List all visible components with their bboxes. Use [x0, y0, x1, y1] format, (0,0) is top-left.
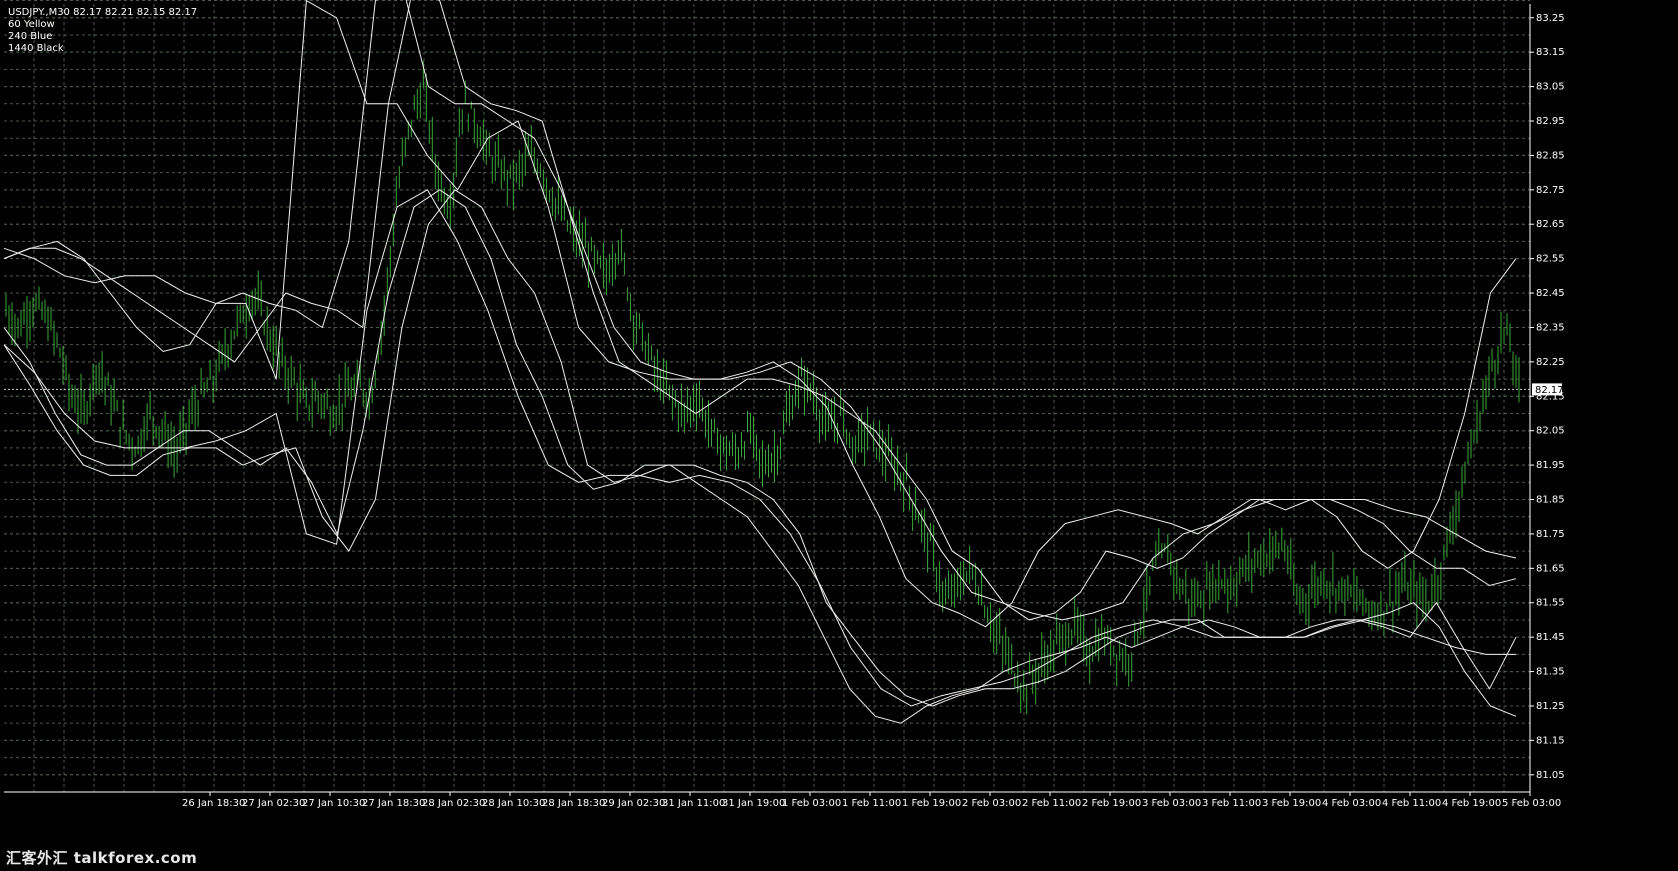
- price-axis: 83.25 83.15 83.05 82.95 82.85 82.75 82.65 82.55…: [1529, 4, 1565, 792]
- y-tick-label: 81.35: [1536, 667, 1565, 678]
- x-tick-label: 2 Feb 19:00: [1082, 798, 1141, 809]
- legend-entry-60: 60 Yellow: [8, 19, 55, 30]
- y-tick-label: 81.15: [1536, 735, 1565, 746]
- x-tick-label: 29 Jan 02:30: [602, 798, 665, 809]
- legend-entry-1440: 1440 Black: [8, 43, 64, 54]
- x-tick-label: 3 Feb 19:00: [1262, 798, 1321, 809]
- x-tick-label: 27 Jan 10:30: [302, 798, 365, 809]
- y-tick-label: 81.05: [1536, 770, 1565, 781]
- x-tick-label: 4 Feb 03:00: [1322, 798, 1381, 809]
- x-tick-label: 3 Feb 03:00: [1142, 798, 1201, 809]
- x-tick-label: 26 Jan 18:30: [182, 798, 245, 809]
- y-tick-label: 81.25: [1536, 701, 1565, 712]
- y-tick-label: 81.75: [1536, 529, 1565, 540]
- y-tick-label: 81.95: [1536, 460, 1565, 471]
- x-tick-label: 4 Feb 11:00: [1382, 798, 1441, 809]
- y-tick-label: 82.45: [1536, 288, 1565, 299]
- y-tick-label: 83.25: [1536, 13, 1565, 24]
- x-tick-label: 3 Feb 11:00: [1202, 798, 1261, 809]
- x-tick-label: 31 Jan 19:00: [722, 798, 785, 809]
- chart-legend: USDJPY.,M30 82.17 82.21 82.15 82.17 60 Y…: [8, 7, 197, 55]
- current-price-label: 82.17: [1535, 385, 1564, 396]
- x-tick-label: 31 Jan 11:00: [662, 798, 725, 809]
- y-tick-label: 81.45: [1536, 632, 1565, 643]
- x-tick-label: 28 Jan 10:30: [482, 798, 545, 809]
- y-tick-label: 81.85: [1536, 495, 1565, 506]
- legend-entry-240: 240 Blue: [8, 31, 53, 42]
- y-tick-label: 82.65: [1536, 219, 1565, 230]
- y-tick-label: 81.55: [1536, 598, 1565, 609]
- y-tick-label: 81.65: [1536, 563, 1565, 574]
- y-tick-label: 82.85: [1536, 150, 1565, 161]
- y-tick-label: 82.75: [1536, 185, 1565, 196]
- watermark: 汇客外汇 talkforex.com: [6, 849, 198, 867]
- y-tick-label: 82.35: [1536, 322, 1565, 333]
- y-tick-label: 83.15: [1536, 47, 1565, 58]
- x-tick-label: 2 Feb 11:00: [1022, 798, 1081, 809]
- symbol-line: USDJPY.,M30 82.17 82.21 82.15 82.17: [8, 7, 198, 18]
- x-tick-label: 27 Jan 18:30: [362, 798, 425, 809]
- y-tick-label: 82.25: [1536, 357, 1565, 368]
- x-tick-label: 1 Feb 03:00: [782, 798, 841, 809]
- x-tick-label: 28 Jan 02:30: [422, 798, 485, 809]
- y-tick-label: 83.05: [1536, 82, 1565, 93]
- x-tick-label: 27 Jan 02:30: [242, 798, 305, 809]
- y-tick-label: 82.55: [1536, 254, 1565, 265]
- x-tick-label: 4 Feb 19:00: [1442, 798, 1501, 809]
- x-tick-label: 1 Feb 11:00: [842, 798, 901, 809]
- x-tick-label: 28 Jan 18:30: [542, 798, 605, 809]
- x-tick-label: 5 Feb 03:00: [1502, 798, 1561, 809]
- y-tick-label: 82.05: [1536, 426, 1565, 437]
- x-tick-label: 1 Feb 19:00: [902, 798, 961, 809]
- y-tick-label: 82.95: [1536, 116, 1565, 127]
- x-tick-label: 2 Feb 03:00: [962, 798, 1021, 809]
- price-chart[interactable]: 83.25 83.15 83.05 82.95 82.85 82.75 82.65 82.55…: [0, 0, 1678, 871]
